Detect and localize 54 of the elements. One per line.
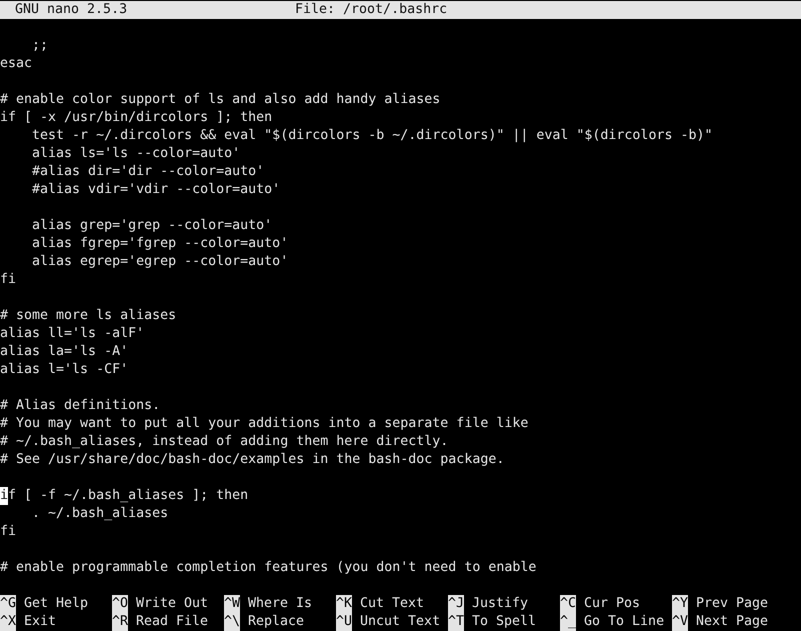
code-line: ;; <box>31 37 48 55</box>
shortcut-key[interactable]: ^X <box>0 613 16 631</box>
shortcut-key[interactable]: ^T <box>448 613 464 631</box>
shortcut-label: Justify <box>472 595 528 613</box>
shortcut-key[interactable]: ^_ <box>560 613 576 631</box>
shortcut-label: To Spell <box>472 613 536 631</box>
code-line: test -r ~/.dircolors && eval "$(dircolors -b ~/.dircolors)" || eval "$(dircolors -b)" <box>31 127 712 145</box>
code-line: # See /usr/share/doc/bash-doc/examples in the bash-doc package. <box>0 451 504 469</box>
shortcut-key[interactable]: ^R <box>112 613 128 631</box>
shortcut-label: Uncut Text <box>360 613 440 631</box>
file-name: File: /root/.bashrc <box>295 1 448 19</box>
code-line: alias ls='ls --color=auto' <box>31 145 240 163</box>
code-line: # enable programmable completion features (you don't need to enable <box>0 559 536 577</box>
shortcut-label: Cut Text <box>360 595 424 613</box>
shortcut-key[interactable]: ^\ <box>224 613 240 631</box>
shortcut-label: Get Help <box>24 595 88 613</box>
shortcut-key[interactable]: ^U <box>336 613 352 631</box>
code-line: fi <box>0 271 16 289</box>
shortcut-key[interactable]: ^O <box>112 595 128 613</box>
shortcut-label: Next Page <box>696 613 768 631</box>
code-line: alias egrep='egrep --color=auto' <box>31 253 288 271</box>
editor-version: GNU nano 2.5.3 <box>15 1 128 19</box>
shortcut-label: Cur Pos <box>584 595 640 613</box>
code-line: fi <box>0 523 16 541</box>
code-line: if [ -f ~/.bash_aliases ]; then <box>0 487 248 505</box>
code-line: # some more ls aliases <box>0 307 176 325</box>
shortcut-key[interactable]: ^K <box>336 595 352 613</box>
code-line: #alias vdir='vdir --color=auto' <box>31 181 280 199</box>
code-line: alias l='ls -CF' <box>0 361 128 379</box>
code-line: alias la='ls -A' <box>0 343 128 361</box>
shortcut-label: Prev Page <box>696 595 768 613</box>
code-line: esac <box>0 55 32 73</box>
shortcut-key[interactable]: ^C <box>560 595 576 613</box>
shortcut-label: Read File <box>136 613 208 631</box>
shortcut-key[interactable]: ^W <box>224 595 240 613</box>
code-line: # You may want to put all your additions into a separate file like <box>0 415 528 433</box>
shortcut-key[interactable]: ^Y <box>672 595 688 613</box>
shortcut-key[interactable]: ^V <box>672 613 688 631</box>
shortcut-label: Write Out <box>136 595 208 613</box>
code-line: alias ll='ls -alF' <box>0 325 144 343</box>
code-line: . ~/.bash_aliases <box>31 505 168 523</box>
shortcut-label: Exit <box>24 613 56 631</box>
code-line: #alias dir='dir --color=auto' <box>31 163 264 181</box>
shortcut-key[interactable]: ^J <box>448 595 464 613</box>
code-line: # ~/.bash_aliases, instead of adding them here directly. <box>0 433 448 451</box>
shortcut-label: Where Is <box>248 595 312 613</box>
code-line: alias grep='grep --color=auto' <box>31 217 272 235</box>
shortcut-label: Replace <box>248 613 304 631</box>
shortcut-label: Go To Line <box>584 613 664 631</box>
code-line: if [ -x /usr/bin/dircolors ]; then <box>0 109 272 127</box>
code-line: alias fgrep='fgrep --color=auto' <box>31 235 288 253</box>
code-line: # Alias definitions. <box>0 397 160 415</box>
shortcut-key[interactable]: ^G <box>0 595 16 613</box>
code-line: # enable color support of ls and also add handy aliases <box>0 91 440 109</box>
